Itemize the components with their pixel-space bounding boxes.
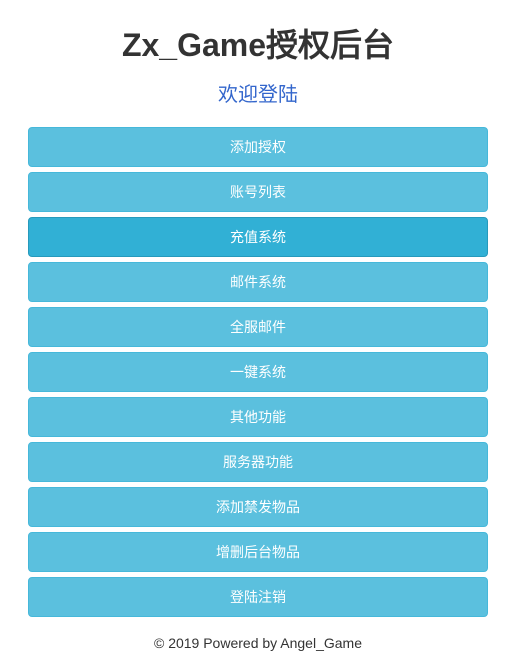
menu-item-add-banned-items[interactable]: 添加禁发物品 — [28, 487, 488, 527]
main-menu: 添加授权 账号列表 充值系统 邮件系统 全服邮件 一键系统 其他功能 服务器功能… — [28, 127, 488, 617]
menu-item-mail-system[interactable]: 邮件系统 — [28, 262, 488, 302]
menu-item-server-functions[interactable]: 服务器功能 — [28, 442, 488, 482]
menu-item-other-functions[interactable]: 其他功能 — [28, 397, 488, 437]
menu-item-account-list[interactable]: 账号列表 — [28, 172, 488, 212]
menu-item-onekey-system[interactable]: 一键系统 — [28, 352, 488, 392]
menu-item-manage-backend-items[interactable]: 增删后台物品 — [28, 532, 488, 572]
footer-copyright: © 2019 Powered by Angel_Game — [154, 635, 362, 651]
menu-item-recharge-system[interactable]: 充值系统 — [28, 217, 488, 257]
menu-item-add-auth[interactable]: 添加授权 — [28, 127, 488, 167]
page-title: Zx_Game授权后台 — [122, 20, 394, 66]
menu-item-logout[interactable]: 登陆注销 — [28, 577, 488, 617]
menu-item-server-mail[interactable]: 全服邮件 — [28, 307, 488, 347]
welcome-subtitle: 欢迎登陆 — [218, 78, 298, 107]
